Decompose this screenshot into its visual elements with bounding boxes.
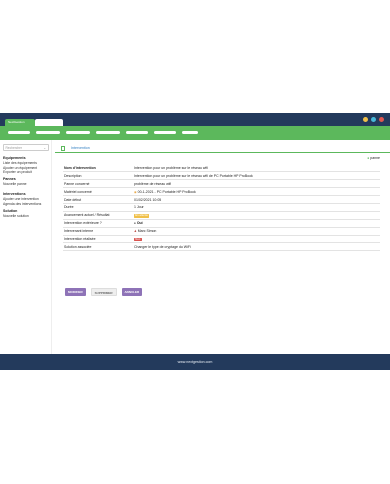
- modify-button[interactable]: Modifier: [65, 288, 86, 296]
- sidebar-item-exporter-produit[interactable]: Exporter un produit: [3, 170, 32, 174]
- minimize-dot-icon[interactable]: [363, 117, 368, 122]
- row-label: Date début: [63, 195, 133, 204]
- table-row: Durée 1 Jour: [63, 203, 380, 212]
- row-label: Matériel concerné: [63, 187, 133, 197]
- table-row: Intervention extérieure ? ●Oui: [63, 219, 380, 228]
- top-navbar: [0, 126, 390, 140]
- row-label: Durée: [63, 203, 133, 212]
- footer[interactable]: www.nextgestion.com: [0, 354, 390, 370]
- sidebar-section-solution: Solution: [3, 209, 18, 213]
- sidebar-item-ajouter-equipement[interactable]: Ajouter un équipement: [3, 166, 37, 170]
- table-row: Avancement actuel / Résultat En attente: [63, 211, 380, 220]
- row-label: Intervention extérieure ?: [63, 219, 133, 228]
- intervention-details-table: Nom d'intervention Intervention pour un …: [63, 164, 380, 252]
- breadcrumb[interactable]: Intervention: [71, 146, 90, 150]
- status-badge: En attente: [134, 212, 150, 218]
- table-row: Matériel concerné ◉00-1-2021 - PC Portab…: [63, 187, 380, 197]
- row-value: Intervention pour un problème sur le rés…: [133, 171, 380, 181]
- title-bar: NextGestion: [0, 113, 390, 126]
- done-badge: Non: [134, 236, 142, 242]
- table-row: Solution associée Changer le type de cry…: [63, 242, 380, 252]
- document-icon: [61, 146, 65, 151]
- row-value[interactable]: Changer le type de cryptage du WiFi: [133, 242, 380, 252]
- nav-item-7[interactable]: [182, 131, 198, 134]
- sidebar-item-agenda-interventions[interactable]: Agenda des interventions: [3, 202, 41, 206]
- table-row: Intervenant interne ♟Marc Simon: [63, 227, 380, 236]
- row-value: Intervention pour un problème sur le rés…: [133, 164, 380, 173]
- window-controls: [363, 117, 384, 122]
- row-label: Solution associée: [63, 242, 133, 252]
- sidebar-section-interventions: Interventions: [3, 192, 26, 196]
- browser-tab-blank[interactable]: [35, 119, 63, 126]
- sidebar: Rechercher ⌄ Equipements Liste des équip…: [0, 140, 52, 354]
- search-input[interactable]: Rechercher ⌄: [3, 144, 49, 151]
- sidebar-item-nouvelle-solution[interactable]: Nouvelle solution: [3, 214, 29, 218]
- main-content: Intervention ● panne Nom d'intervention …: [55, 140, 390, 354]
- table-row: Panne concerné problème de réseau wifi: [63, 179, 380, 189]
- row-value: problème de réseau wifi: [133, 179, 380, 189]
- table-row: Date début 01/02/2021 10:05: [63, 195, 380, 204]
- row-label: Nom d'intervention: [63, 164, 133, 173]
- browser-tab[interactable]: NextGestion: [5, 119, 35, 126]
- nav-item-3[interactable]: [66, 131, 90, 134]
- delete-button[interactable]: Supprimer: [90, 288, 117, 296]
- user-icon: ♟: [134, 229, 137, 234]
- row-label: Intervenant interne: [63, 227, 133, 236]
- external-value: Oui: [136, 221, 143, 226]
- row-value: 01/02/2021 10:05: [133, 195, 380, 204]
- row-value: En attente: [133, 211, 380, 220]
- sidebar-section-pannes: Pannes: [3, 177, 16, 181]
- close-dot-icon[interactable]: [379, 117, 384, 122]
- related-panne-link[interactable]: ● panne: [367, 156, 380, 160]
- sidebar-item-liste-equipements[interactable]: Liste des équipements: [3, 161, 37, 165]
- cancel-button[interactable]: Annuler: [121, 288, 143, 296]
- table-row: Nom d'intervention Intervention pour un …: [63, 164, 380, 173]
- intervenant-link[interactable]: Marc Simon: [138, 229, 157, 233]
- row-value: 1 Jour: [133, 203, 380, 212]
- app-window: NextGestion Rechercher ⌄ Equipements Lis…: [0, 113, 390, 370]
- row-value: Non: [133, 235, 380, 244]
- action-bar: Modifier Supprimer Annuler: [65, 288, 143, 296]
- row-label: Description: [63, 171, 133, 181]
- sidebar-section-equipements: Equipements: [3, 156, 26, 160]
- table-row: Description Intervention pour un problèm…: [63, 171, 380, 181]
- maximize-dot-icon[interactable]: [371, 117, 376, 122]
- nav-item-5[interactable]: [126, 131, 148, 134]
- search-placeholder: Rechercher: [5, 146, 22, 150]
- sidebar-item-ajouter-intervention[interactable]: Ajouter une intervention: [3, 197, 39, 201]
- equipment-icon: ◉: [134, 189, 137, 194]
- header-divider: [55, 152, 390, 153]
- row-value[interactable]: ◉00-1-2021 - PC Portable HP ProBook: [133, 187, 380, 197]
- nav-item-1[interactable]: [8, 131, 30, 134]
- related-panne-label: panne: [370, 156, 380, 160]
- row-value[interactable]: ♟Marc Simon: [133, 227, 380, 236]
- sidebar-item-nouvelle-panne[interactable]: Nouvelle panne: [3, 182, 27, 186]
- chevron-down-icon: ⌄: [43, 146, 46, 150]
- equipment-link[interactable]: 00-1-2021 - PC Portable HP ProBook: [138, 190, 196, 194]
- bullet-icon: ●: [367, 156, 370, 160]
- row-label: Intervention réalisée: [63, 235, 133, 244]
- nav-item-2[interactable]: [36, 131, 60, 134]
- nav-item-6[interactable]: [154, 131, 176, 134]
- check-circle-icon: ●: [134, 221, 136, 226]
- row-label: Avancement actuel / Résultat: [63, 211, 133, 220]
- nav-item-4[interactable]: [96, 131, 120, 134]
- table-row: Intervention réalisée Non: [63, 235, 380, 244]
- row-value: ●Oui: [133, 219, 380, 228]
- row-label: Panne concerné: [63, 179, 133, 189]
